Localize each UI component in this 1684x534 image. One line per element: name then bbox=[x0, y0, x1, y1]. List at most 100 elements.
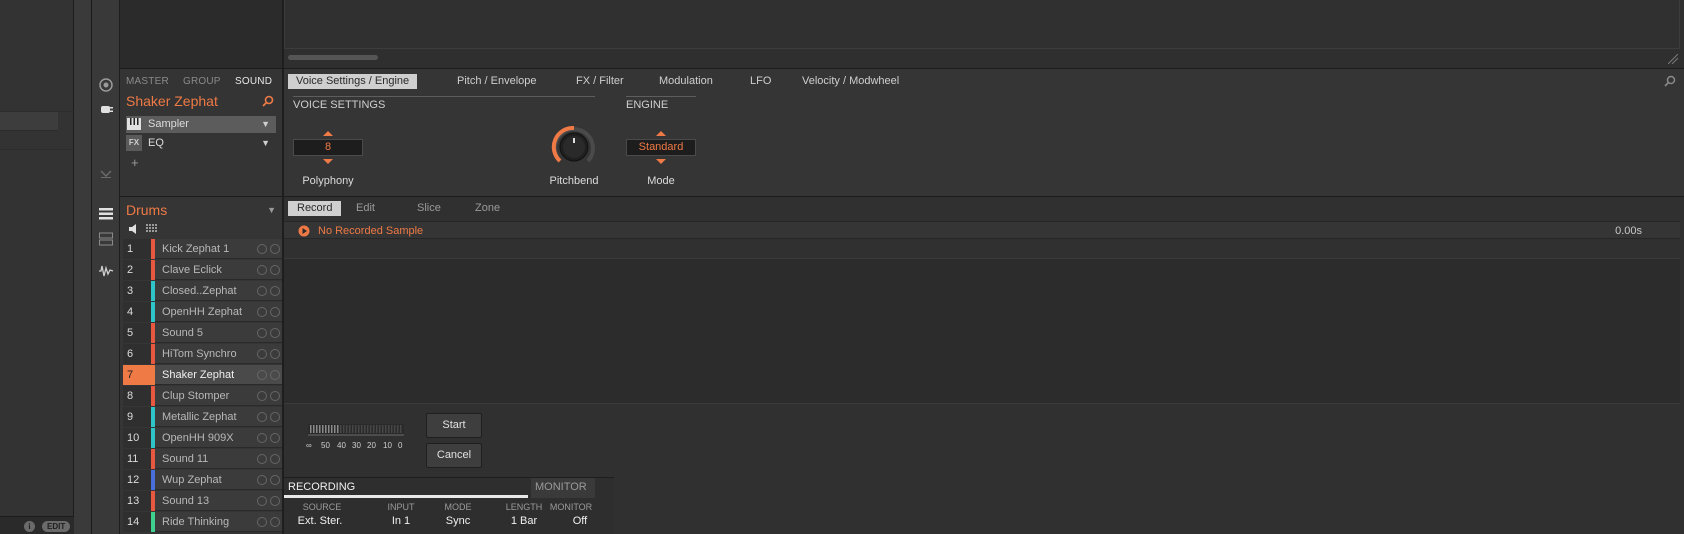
tab-monitor[interactable]: MONITOR bbox=[531, 478, 595, 498]
group-name-title[interactable]: Drums bbox=[126, 202, 167, 218]
mute-icon[interactable] bbox=[257, 454, 267, 464]
volume-knob-icon[interactable] bbox=[270, 265, 280, 275]
play-icon[interactable] bbox=[298, 225, 310, 237]
dropdown-arrow-icon[interactable]: ▼ bbox=[261, 138, 270, 148]
tab-master[interactable]: MASTER bbox=[126, 76, 169, 87]
search-icon[interactable] bbox=[1664, 75, 1676, 87]
volume-knob-icon[interactable] bbox=[270, 286, 280, 296]
decrement-arrow-icon[interactable] bbox=[656, 159, 666, 164]
list-row-selected[interactable] bbox=[0, 112, 58, 131]
tab-zone[interactable]: Zone bbox=[466, 201, 509, 216]
sound-row[interactable]: 4 OpenHH Zephat bbox=[123, 302, 282, 322]
sound-row[interactable]: 14 Ride Thinking bbox=[123, 512, 282, 532]
sound-row[interactable]: 7 Shaker Zephat bbox=[123, 365, 282, 385]
collapse-chevron-icon[interactable] bbox=[97, 165, 115, 183]
increment-arrow-icon[interactable] bbox=[323, 131, 333, 136]
list-row[interactable] bbox=[0, 93, 74, 112]
sound-row[interactable]: 13 Sound 13 bbox=[123, 491, 282, 511]
pitchbend-knob[interactable] bbox=[551, 124, 597, 170]
tab-record[interactable]: Record bbox=[288, 201, 342, 216]
sound-name-title[interactable]: Shaker Zephat bbox=[126, 93, 218, 109]
volume-knob-icon[interactable] bbox=[270, 307, 280, 317]
channel-properties-icon[interactable] bbox=[97, 76, 115, 94]
mute-icon[interactable] bbox=[257, 412, 267, 422]
sound-row[interactable]: 3 Closed..Zephat bbox=[123, 281, 282, 301]
volume-knob-icon[interactable] bbox=[270, 349, 280, 359]
search-icon[interactable] bbox=[262, 95, 274, 107]
dropdown-arrow-icon[interactable]: ▼ bbox=[261, 119, 270, 129]
decrement-arrow-icon[interactable] bbox=[323, 159, 333, 164]
volume-knob-icon[interactable] bbox=[270, 412, 280, 422]
tab-velocity-modwheel[interactable]: Velocity / Modwheel bbox=[794, 74, 907, 89]
resize-grip-icon[interactable] bbox=[1668, 54, 1678, 64]
vertical-scrollbar[interactable] bbox=[74, 0, 92, 534]
tab-voice-settings-engine[interactable]: Voice Settings / Engine bbox=[288, 74, 418, 89]
increment-arrow-icon[interactable] bbox=[656, 131, 666, 136]
start-button[interactable]: Start bbox=[426, 413, 482, 438]
mute-icon[interactable] bbox=[257, 328, 267, 338]
volume-knob-icon[interactable] bbox=[270, 475, 280, 485]
sound-row[interactable]: 8 Clup Stomper bbox=[123, 386, 282, 406]
tab-lfo[interactable]: LFO bbox=[742, 74, 779, 89]
tab-modulation[interactable]: Modulation bbox=[651, 74, 721, 89]
mute-icon[interactable] bbox=[257, 517, 267, 527]
tab-pitch-envelope[interactable]: Pitch / Envelope bbox=[449, 74, 545, 89]
list-row[interactable] bbox=[0, 131, 74, 150]
sound-row[interactable]: 6 HiTom Synchro bbox=[123, 344, 282, 364]
sound-row[interactable]: 1 Kick Zephat 1 bbox=[123, 239, 282, 259]
edit-button[interactable]: EDIT bbox=[42, 521, 71, 532]
sound-row[interactable]: 10 OpenHH 909X bbox=[123, 428, 282, 448]
sound-row[interactable]: 11 Sound 11 bbox=[123, 449, 282, 469]
info-icon[interactable]: i bbox=[24, 521, 35, 532]
monitor-value[interactable]: Off bbox=[564, 515, 596, 527]
tab-slice[interactable]: Slice bbox=[408, 201, 450, 216]
mute-icon[interactable] bbox=[257, 370, 267, 380]
speaker-icon[interactable] bbox=[128, 223, 140, 235]
mute-icon[interactable] bbox=[257, 265, 267, 275]
mode-value[interactable]: Standard bbox=[626, 139, 696, 156]
mode-value[interactable]: Sync bbox=[438, 515, 478, 527]
mute-icon[interactable] bbox=[257, 349, 267, 359]
sound-row[interactable]: 12 Wup Zephat bbox=[123, 470, 282, 490]
volume-knob-icon[interactable] bbox=[270, 328, 280, 338]
tab-fx-filter[interactable]: FX / Filter bbox=[568, 74, 632, 89]
volume-knob-icon[interactable] bbox=[270, 391, 280, 401]
mute-icon[interactable] bbox=[257, 496, 267, 506]
source-value[interactable]: Ext. Ster. bbox=[288, 515, 352, 527]
mute-icon[interactable] bbox=[257, 244, 267, 254]
sound-row[interactable]: 9 Metallic Zephat bbox=[123, 407, 282, 427]
volume-knob-icon[interactable] bbox=[270, 244, 280, 254]
volume-knob-icon[interactable] bbox=[270, 370, 280, 380]
list-view-icon[interactable] bbox=[97, 205, 115, 223]
volume-knob-icon[interactable] bbox=[270, 433, 280, 443]
mute-icon[interactable] bbox=[257, 391, 267, 401]
waveform-display[interactable] bbox=[284, 258, 1680, 404]
tab-edit[interactable]: Edit bbox=[347, 201, 384, 216]
volume-knob-icon[interactable] bbox=[270, 454, 280, 464]
polyphony-value[interactable]: 8 bbox=[293, 139, 363, 156]
mute-icon[interactable] bbox=[257, 433, 267, 443]
sound-row[interactable]: 2 Clave Eclick bbox=[123, 260, 282, 280]
volume-knob-icon[interactable] bbox=[270, 496, 280, 506]
cancel-button[interactable]: Cancel bbox=[426, 443, 482, 468]
volume-knob-icon[interactable] bbox=[270, 517, 280, 527]
mute-icon[interactable] bbox=[257, 475, 267, 485]
tab-recording[interactable]: RECORDING bbox=[284, 478, 528, 498]
length-value[interactable]: 1 Bar bbox=[502, 515, 546, 527]
grid-view-icon[interactable] bbox=[97, 230, 115, 248]
tab-sound[interactable]: SOUND bbox=[235, 76, 272, 87]
plugin-icon[interactable] bbox=[97, 100, 115, 118]
sound-number: 8 bbox=[123, 386, 151, 406]
sound-row[interactable]: 5 Sound 5 bbox=[123, 323, 282, 343]
dropdown-arrow-icon[interactable]: ▼ bbox=[267, 205, 276, 215]
plugin-slot-sampler[interactable]: Sampler ▼ bbox=[126, 116, 276, 133]
mute-icon[interactable] bbox=[257, 286, 267, 296]
sampling-waveform-icon[interactable] bbox=[97, 262, 115, 280]
pad-grid-icon[interactable] bbox=[146, 223, 158, 235]
add-plugin-button[interactable]: + bbox=[131, 155, 139, 170]
tab-group[interactable]: GROUP bbox=[183, 76, 221, 87]
mute-icon[interactable] bbox=[257, 307, 267, 317]
input-value[interactable]: In 1 bbox=[376, 515, 426, 527]
plugin-slot-eq[interactable]: FX EQ ▼ bbox=[126, 135, 276, 152]
horizontal-scrollbar[interactable] bbox=[288, 55, 378, 60]
